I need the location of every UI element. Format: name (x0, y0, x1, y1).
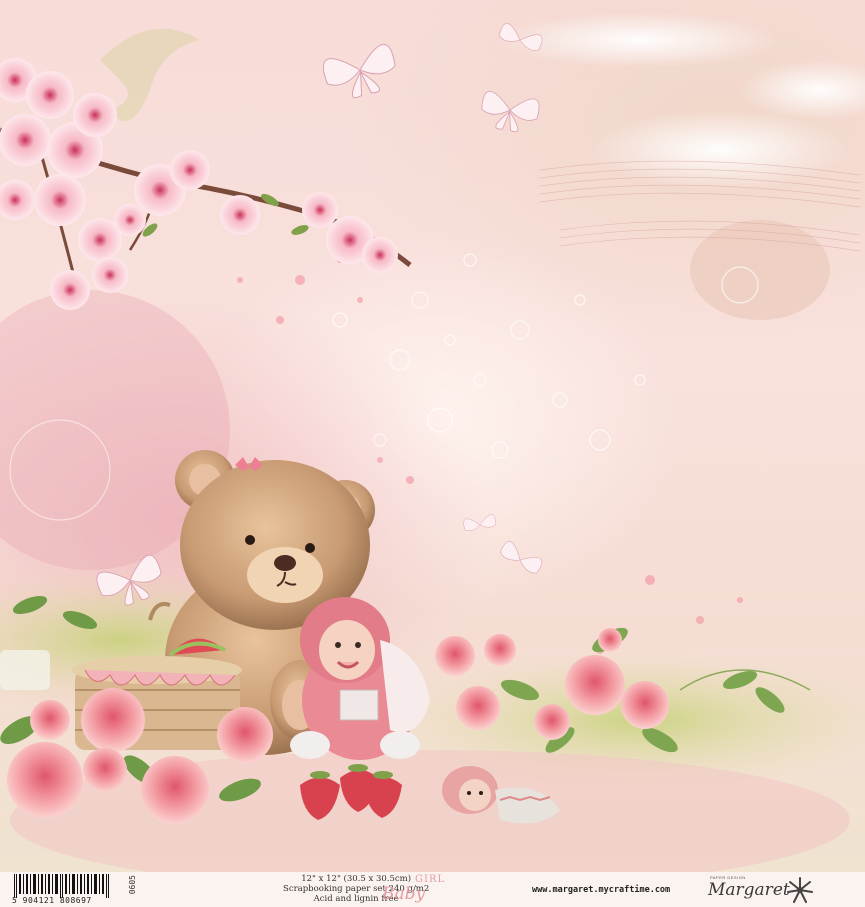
brand-name: Margaret (708, 880, 790, 900)
collection-title: Baby GIRL (382, 874, 452, 906)
title-girl: GIRL (415, 874, 446, 885)
title-baby: Baby (382, 884, 426, 904)
cherry-blossom-branch (0, 58, 412, 310)
brand-logo: PAPER DESIGN Margaret (700, 874, 850, 906)
website-url: www.margaret.mycraftime.com (532, 885, 671, 895)
barcode-bars (14, 874, 109, 898)
baby-in-pink-costume (290, 597, 430, 760)
barcode: 5 904121 808697 (6, 872, 126, 907)
product-code: 0605 (128, 875, 137, 895)
footer-bar: 5 904121 808697 0605 12" x 12" (30.5 x 3… (0, 872, 865, 907)
flower-logo-icon (787, 877, 813, 903)
clouds (500, 12, 865, 320)
scrapbook-paper: 5 904121 808697 0605 12" x 12" (30.5 x 3… (0, 0, 865, 907)
barcode-number: 5 904121 808697 (12, 896, 92, 905)
artwork (0, 12, 865, 872)
